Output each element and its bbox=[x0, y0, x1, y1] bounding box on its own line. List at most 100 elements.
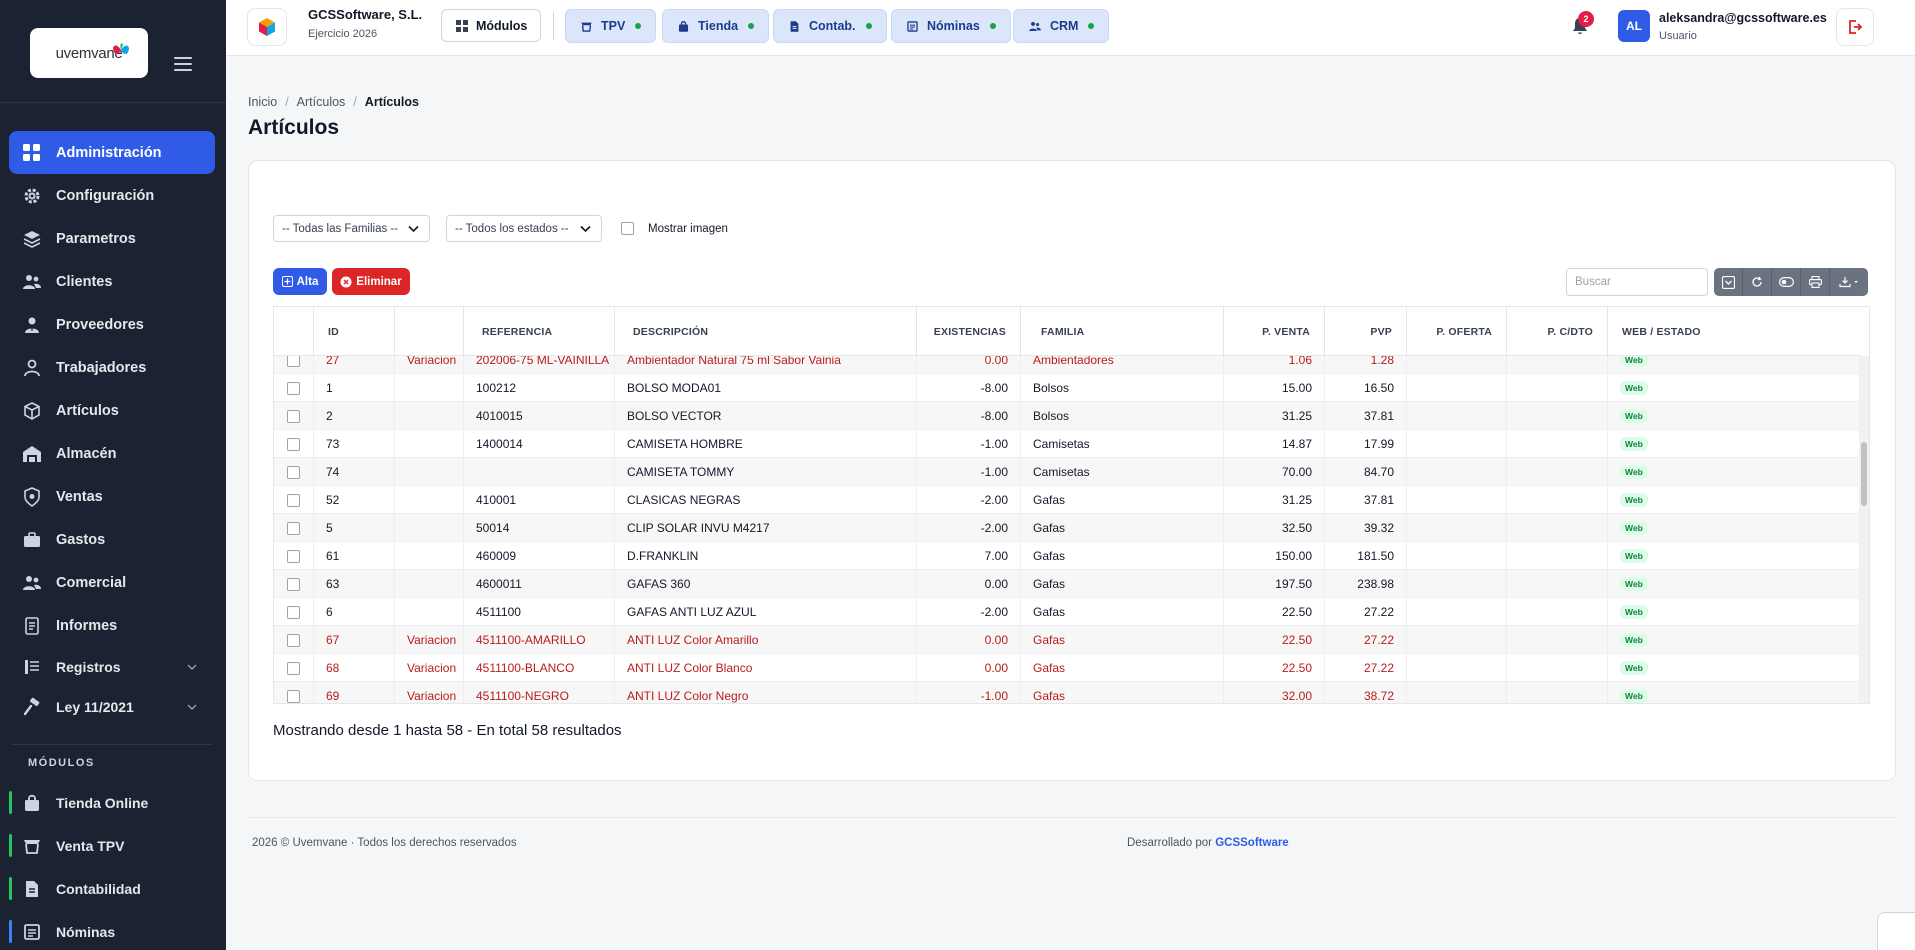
search-input[interactable] bbox=[1566, 268, 1708, 296]
row-checkbox[interactable] bbox=[287, 549, 300, 563]
modules-list: Tienda Online Venta TPV Contabilidad Nóm… bbox=[9, 781, 215, 950]
row-checkbox[interactable] bbox=[287, 409, 300, 423]
filter-toggle-button[interactable] bbox=[1714, 268, 1743, 296]
table-row[interactable]: 68 Variacion 4511100-BLANCO ANTI LUZ Color … bbox=[274, 654, 1861, 682]
cell-id: 5 bbox=[314, 514, 395, 542]
company-logo-icon[interactable] bbox=[247, 8, 287, 46]
export-dropdown-button[interactable] bbox=[1830, 268, 1868, 296]
sidebar-item-configuracion[interactable]: Configuración bbox=[9, 174, 215, 217]
sidebar-item-registros[interactable]: Registros bbox=[9, 647, 215, 687]
row-checkbox-cell bbox=[274, 514, 314, 542]
print-button[interactable] bbox=[1801, 268, 1830, 296]
scrollbar-thumb[interactable] bbox=[1861, 442, 1867, 506]
table-scrollbar[interactable] bbox=[1859, 356, 1869, 703]
estados-select[interactable]: -- Todos los estados -- bbox=[446, 215, 602, 242]
cell-existencias-text: -1.00 bbox=[980, 437, 1008, 451]
module-pill-crm[interactable]: CRM bbox=[1013, 9, 1110, 43]
header-tipo[interactable] bbox=[395, 307, 464, 356]
toggle-view-button[interactable] bbox=[1772, 268, 1801, 296]
sidebar-item-proveedores[interactable]: Proveedores bbox=[9, 303, 215, 346]
sidebar-item-informes[interactable]: Informes bbox=[9, 604, 215, 647]
module-pill-tpv[interactable]: TPV bbox=[565, 9, 657, 43]
refresh-button[interactable] bbox=[1743, 268, 1772, 296]
cell-familia: Camisetas bbox=[1021, 458, 1224, 486]
module-pill-nominas[interactable]: Nóminas bbox=[891, 9, 1011, 43]
sidebar-item-gastos[interactable]: Gastos bbox=[9, 518, 215, 561]
row-checkbox[interactable] bbox=[287, 437, 300, 451]
table-row[interactable]: 63 4600011 GAFAS 360 0.00 Gafas 197.50 238.98 W… bbox=[274, 570, 1861, 598]
row-checkbox[interactable] bbox=[287, 577, 300, 591]
sidebar-item-clientes[interactable]: Clientes bbox=[9, 260, 215, 303]
cell-p-venta-text: 22.50 bbox=[1281, 661, 1312, 675]
table-row[interactable]: 5 50014 CLIP SOLAR INVU M4217 -2.00 Gafas 32.… bbox=[274, 514, 1861, 542]
articles-table: ID REFERENCIA DESCRIPCIÓN EXISTENCIAS FA… bbox=[273, 306, 1870, 704]
module-item-tienda-online[interactable]: Tienda Online bbox=[9, 781, 215, 824]
sidebar-item-administracion[interactable]: Administración bbox=[9, 131, 215, 174]
footer-brand-link[interactable]: GCSSoftware bbox=[1215, 837, 1289, 849]
row-checkbox[interactable] bbox=[287, 493, 300, 507]
header-p-venta[interactable]: P. VENTA bbox=[1224, 307, 1325, 356]
chevron-down-icon bbox=[187, 704, 197, 710]
breadcrumb-home[interactable]: Inicio bbox=[248, 95, 277, 109]
header-familia[interactable]: FAMILIA bbox=[1021, 307, 1224, 356]
row-checkbox[interactable] bbox=[287, 465, 300, 479]
table-row[interactable]: 52 410001 CLASICAS NEGRAS -2.00 Gafas 31.25 37… bbox=[274, 486, 1861, 514]
add-button[interactable]: Alta bbox=[273, 268, 327, 295]
cell-descripcion-text: BOLSO MODA01 bbox=[627, 381, 722, 395]
row-checkbox[interactable] bbox=[287, 381, 300, 395]
show-image-checkbox[interactable] bbox=[621, 222, 634, 235]
cell-p-venta-text: 14.87 bbox=[1281, 437, 1312, 451]
user-tie-icon bbox=[22, 315, 42, 335]
row-checkbox[interactable] bbox=[287, 689, 300, 703]
row-checkbox[interactable] bbox=[287, 633, 300, 647]
module-item-venta-tpv[interactable]: Venta TPV bbox=[9, 824, 215, 867]
chat-widget[interactable] bbox=[1877, 912, 1915, 950]
cell-p-venta: 150.00 bbox=[1224, 542, 1325, 570]
user-email[interactable]: aleksandra@gcssoftware.es bbox=[1659, 11, 1827, 25]
header-pvp[interactable]: PVP bbox=[1325, 307, 1407, 356]
logout-button[interactable] bbox=[1836, 8, 1874, 46]
header-web-estado[interactable]: WEB / ESTADO bbox=[1608, 307, 1861, 356]
table-row[interactable]: 73 1400014 CAMISETA HOMBRE -1.00 Camisetas 14… bbox=[274, 430, 1861, 458]
table-row[interactable]: 6 4511100 GAFAS ANTI LUZ AZUL -2.00 Gafas 22.… bbox=[274, 598, 1861, 626]
header-p-oferta[interactable]: P. OFERTA bbox=[1407, 307, 1507, 356]
header-existencias[interactable]: EXISTENCIAS bbox=[917, 307, 1021, 356]
module-pill-tienda[interactable]: Tienda bbox=[662, 9, 770, 43]
breadcrumb-parent[interactable]: Artículos bbox=[297, 95, 346, 109]
row-checkbox[interactable] bbox=[287, 661, 300, 675]
logo[interactable]: uvemvane bbox=[30, 28, 148, 78]
row-checkbox[interactable] bbox=[287, 356, 300, 367]
table-row[interactable]: 1 100212 BOLSO MODA01 -8.00 Bolsos 15.00 16.50… bbox=[274, 374, 1861, 402]
avatar[interactable]: AL bbox=[1618, 10, 1650, 42]
cell-p-oferta bbox=[1407, 458, 1507, 486]
header-referencia[interactable]: REFERENCIA bbox=[464, 307, 615, 356]
header-descripcion[interactable]: DESCRIPCIÓN bbox=[615, 307, 917, 356]
familias-select[interactable]: -- Todas las Familias -- bbox=[273, 215, 430, 242]
show-image-toggle[interactable]: Mostrar imagen bbox=[621, 222, 728, 235]
module-item-nominas[interactable]: Nóminas bbox=[9, 910, 215, 950]
table-row[interactable]: 69 Variacion 4511100-NEGRO ANTI LUZ Color N… bbox=[274, 682, 1861, 703]
cell-id: 2 bbox=[314, 402, 395, 430]
sidebar-item-trabajadores[interactable]: Trabajadores bbox=[9, 346, 215, 389]
module-item-contabilidad[interactable]: Contabilidad bbox=[9, 867, 215, 910]
sidebar-item-articulos[interactable]: Artículos bbox=[9, 389, 215, 432]
row-checkbox[interactable] bbox=[287, 605, 300, 619]
header-p-c-dto[interactable]: P. C/DTO bbox=[1507, 307, 1608, 356]
modules-button[interactable]: Módulos bbox=[441, 9, 541, 42]
table-row[interactable]: 2 4010015 BOLSO VECTOR -8.00 Bolsos 31.25 37.8… bbox=[274, 402, 1861, 430]
module-pill-contab[interactable]: Contab. bbox=[773, 9, 887, 43]
menu-toggle-icon[interactable] bbox=[174, 57, 192, 71]
sidebar-item-label: Almacén bbox=[56, 445, 117, 462]
table-row[interactable]: 67 Variacion 4511100-AMARILLO ANTI LUZ Colo… bbox=[274, 626, 1861, 654]
header-id[interactable]: ID bbox=[314, 307, 395, 356]
sidebar-item-ventas[interactable]: Ventas bbox=[9, 475, 215, 518]
row-checkbox[interactable] bbox=[287, 521, 300, 535]
sidebar-item-comercial[interactable]: Comercial bbox=[9, 561, 215, 604]
sidebar-item-parametros[interactable]: Parametros bbox=[9, 217, 215, 260]
sidebar-item-almacen[interactable]: Almacén bbox=[9, 432, 215, 475]
table-row[interactable]: 27 Variacion 202006-75 ML-VAINILLA Ambienta… bbox=[274, 356, 1861, 374]
delete-button[interactable]: Eliminar bbox=[332, 268, 410, 295]
sidebar-item-ley[interactable]: Ley 11/2021 bbox=[9, 687, 215, 727]
table-row[interactable]: 61 460009 D.FRANKLIN 7.00 Gafas 150.00 181.50 W… bbox=[274, 542, 1861, 570]
table-row[interactable]: 74 CAMISETA TOMMY -1.00 Camisetas 70.00 84.70… bbox=[274, 458, 1861, 486]
